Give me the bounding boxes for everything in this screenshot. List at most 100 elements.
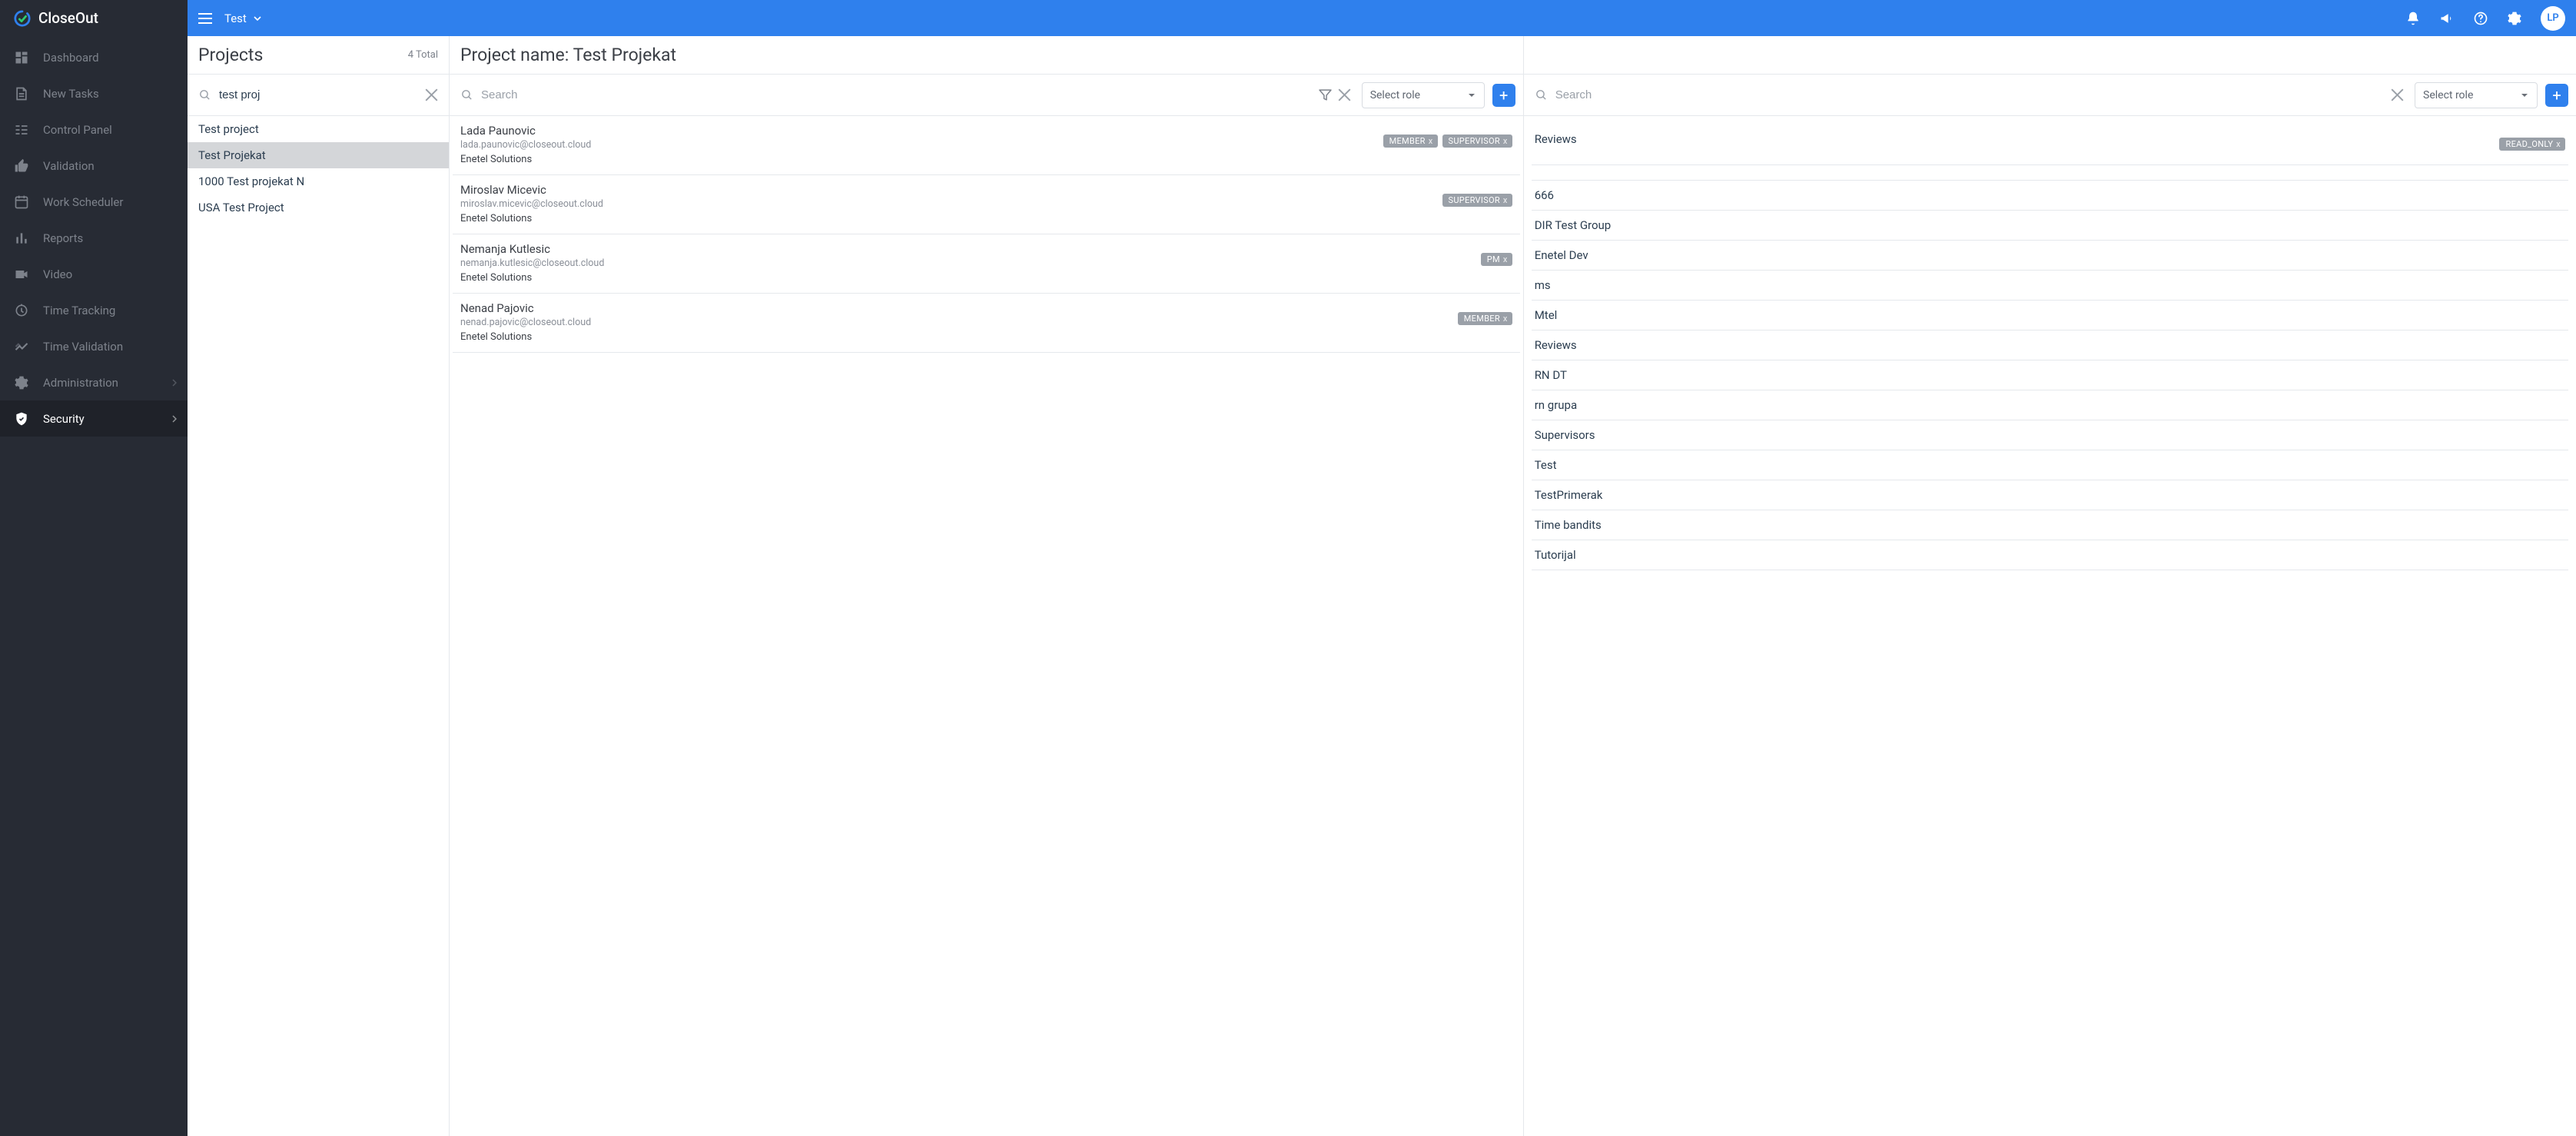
user-avatar[interactable]: LP: [2541, 6, 2565, 31]
remove-role-icon[interactable]: x: [1503, 195, 1508, 205]
help-icon[interactable]: [2473, 11, 2488, 26]
remove-role-icon[interactable]: x: [1503, 136, 1508, 146]
project-item[interactable]: Test project: [188, 116, 449, 142]
sidebar-item-security[interactable]: Security: [0, 400, 188, 437]
group-row[interactable]: Enetel Dev: [1532, 241, 2568, 271]
sidebar-item-label: Reports: [43, 231, 83, 245]
group-divider: [1532, 165, 2568, 181]
group-row[interactable]: RN DT: [1532, 360, 2568, 390]
group-row[interactable]: 666: [1532, 181, 2568, 211]
group-row[interactable]: ms: [1532, 271, 2568, 301]
groups-role-select[interactable]: Select role: [2415, 82, 2538, 108]
sidebar-item-work-scheduler[interactable]: Work Scheduler: [0, 184, 188, 220]
role-tag: PM x: [1481, 253, 1512, 266]
projects-search-input[interactable]: [217, 82, 419, 108]
members-search-clear-icon[interactable]: [1338, 88, 1351, 101]
new-tasks-icon: [14, 86, 29, 101]
member-email: nenad.pajovic@closeout.cloud: [460, 317, 1449, 328]
project-item[interactable]: 1000 Test projekat N: [188, 168, 449, 194]
time-tracking-icon: [14, 303, 29, 318]
members-title: Project name: Test Projekat: [460, 45, 676, 65]
validation-icon: [14, 158, 29, 174]
groups-column: Select role + Reviews READ_ONLY x 666 DIR T…: [1523, 36, 2576, 1136]
brand: CloseOut: [0, 0, 188, 36]
sidebar-item-label: Administration: [43, 376, 118, 390]
member-name: Miroslav Micevic: [460, 183, 1433, 197]
group-name: Tutorijal: [1535, 548, 1576, 562]
notifications-icon[interactable]: [2405, 11, 2421, 26]
chevron-down-icon: [2520, 91, 2529, 100]
add-member-button[interactable]: +: [1492, 84, 1515, 107]
member-row[interactable]: Nemanja Kutlesicnemanja.kutlesic@closeou…: [453, 234, 1520, 294]
groups-search-clear-icon[interactable]: [2391, 88, 2404, 101]
group-name: Mtel: [1535, 308, 1558, 322]
add-group-button[interactable]: +: [2545, 84, 2568, 107]
members-role-select[interactable]: Select role: [1362, 82, 1485, 108]
group-name: Enetel Dev: [1535, 248, 1588, 262]
sidebar-item-label: Dashboard: [43, 51, 99, 65]
sidebar-item-validation[interactable]: Validation: [0, 148, 188, 184]
sidebar-item-reports[interactable]: Reports: [0, 220, 188, 256]
announcements-icon[interactable]: [2439, 11, 2455, 26]
sidebar-item-video[interactable]: Video: [0, 256, 188, 292]
member-company: Enetel Solutions: [460, 154, 1374, 165]
chevron-right-icon: [172, 415, 177, 423]
group-row[interactable]: Time bandits: [1532, 510, 2568, 540]
sidebar-item-label: Time Tracking: [43, 304, 115, 317]
member-roles: MEMBER x: [1458, 312, 1512, 325]
remove-role-icon[interactable]: x: [1503, 254, 1508, 264]
group-name: TestPrimerak: [1535, 488, 1603, 502]
group-name: Reviews: [1535, 132, 1577, 146]
group-row[interactable]: rn grupa: [1532, 390, 2568, 420]
settings-icon[interactable]: [2507, 11, 2522, 26]
groups-search-input[interactable]: [1554, 82, 2385, 108]
time-validation-icon: [14, 339, 29, 354]
role-tag: READ_ONLY x: [2499, 138, 2565, 151]
role-tag: SUPERVISOR x: [1442, 135, 1512, 148]
sidebar-item-label: Validation: [43, 159, 95, 173]
group-row-assigned[interactable]: Reviews READ_ONLY x: [1532, 116, 2568, 165]
members-column: Project name: Test Projekat: [449, 36, 1523, 1136]
members-search-input[interactable]: [480, 82, 1313, 108]
remove-role-icon[interactable]: x: [1503, 314, 1508, 324]
group-name: RN DT: [1535, 368, 1567, 382]
sidebar-item-control-panel[interactable]: Control Panel: [0, 111, 188, 148]
filter-icon[interactable]: [1319, 88, 1332, 101]
administration-icon: [14, 375, 29, 390]
remove-role-icon[interactable]: x: [2556, 139, 2561, 149]
member-row[interactable]: Nenad Pajovicnenad.pajovic@closeout.clou…: [453, 294, 1520, 353]
sidebar-item-time-tracking[interactable]: Time Tracking: [0, 292, 188, 328]
member-email: nemanja.kutlesic@closeout.cloud: [460, 257, 1472, 269]
brand-name: CloseOut: [38, 9, 98, 27]
group-row[interactable]: Test: [1532, 450, 2568, 480]
sidebar-item-dashboard[interactable]: Dashboard: [0, 39, 188, 75]
remove-role-icon[interactable]: x: [1429, 136, 1433, 146]
member-row[interactable]: Lada Paunoviclada.paunovic@closeout.clou…: [453, 116, 1520, 175]
group-row[interactable]: Tutorijal: [1532, 540, 2568, 570]
member-email: lada.paunovic@closeout.cloud: [460, 139, 1374, 151]
group-name: DIR Test Group: [1535, 218, 1612, 232]
group-row[interactable]: Reviews: [1532, 331, 2568, 360]
member-row[interactable]: Miroslav Micevicmiroslav.micevic@closeou…: [453, 175, 1520, 234]
member-roles: SUPERVISOR x: [1442, 194, 1512, 207]
project-item[interactable]: USA Test Project: [188, 194, 449, 221]
group-row[interactable]: DIR Test Group: [1532, 211, 2568, 241]
group-name: Reviews: [1535, 338, 1577, 352]
group-row[interactable]: Supervisors: [1532, 420, 2568, 450]
sidebar-item-time-validation[interactable]: Time Validation: [0, 328, 188, 364]
control-panel-icon: [14, 122, 29, 138]
group-name: Supervisors: [1535, 428, 1595, 442]
menu-toggle-icon[interactable]: [198, 13, 212, 24]
group-row[interactable]: TestPrimerak: [1532, 480, 2568, 510]
member-name: Lada Paunovic: [460, 124, 1374, 138]
project-item[interactable]: Test Projekat: [188, 142, 449, 168]
group-row[interactable]: Mtel: [1532, 301, 2568, 331]
tenant-selector[interactable]: Test: [224, 12, 262, 25]
sidebar-item-administration[interactable]: Administration: [0, 364, 188, 400]
projects-search-clear-icon[interactable]: [425, 88, 438, 101]
projects-column: Projects 4 Total Test projectTest Proj: [188, 36, 449, 1136]
member-company: Enetel Solutions: [460, 272, 1472, 284]
brand-logo-icon: [14, 10, 31, 27]
sidebar-item-new-tasks[interactable]: New Tasks: [0, 75, 188, 111]
topbar: Test: [188, 0, 2576, 36]
